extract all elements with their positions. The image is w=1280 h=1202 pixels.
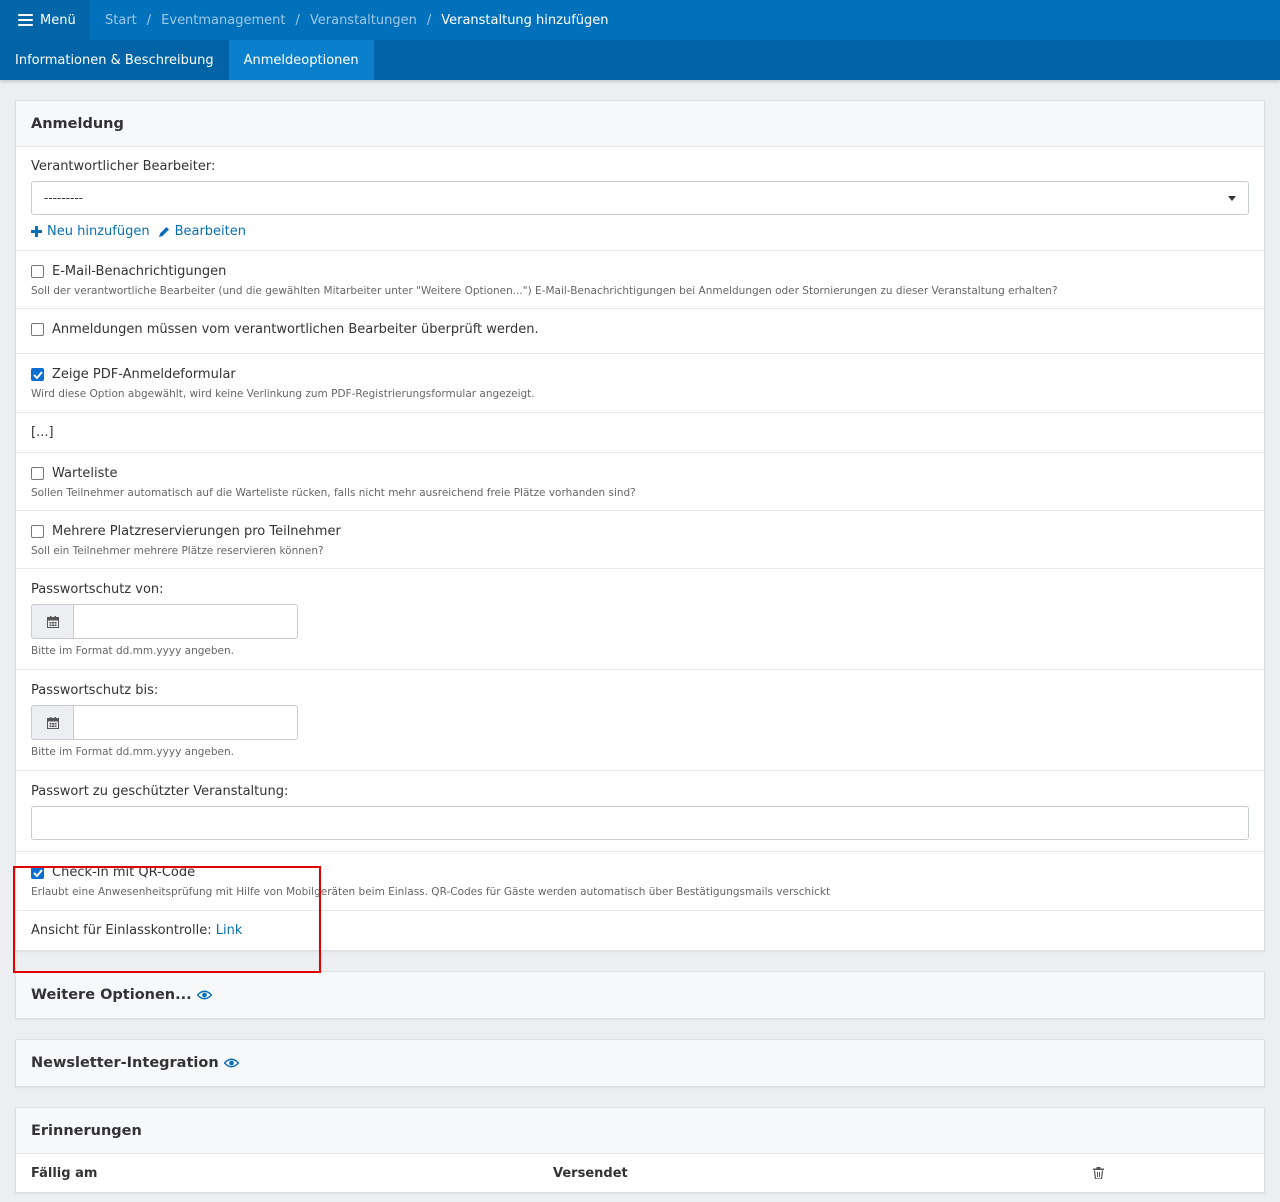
ellipsis-text: [...] — [31, 425, 54, 440]
eye-icon[interactable] — [196, 990, 212, 1000]
newsletter-title: Newsletter-Integration — [31, 1055, 219, 1071]
pdf-form-label: Zeige PDF-Anmeldeformular — [52, 367, 236, 382]
newsletter-header[interactable]: Newsletter-Integration — [16, 1040, 1264, 1086]
multi-reservation-help: Soll ein Teilnehmer mehrere Plätze reser… — [31, 545, 324, 557]
bearbeiter-select[interactable]: --------- — [31, 181, 1249, 215]
panel-anmeldung: Anmeldung Verantwortlicher Bearbeiter: -… — [15, 100, 1265, 951]
column-faellig: Fällig am — [31, 1165, 98, 1181]
email-notifications-label: E-Mail-Benachrichtigungen — [52, 264, 227, 279]
pw-from-label: Passwortschutz von: — [31, 582, 164, 597]
breadcrumb: Start / Eventmanagement / Veranstaltunge… — [105, 13, 609, 28]
breadcrumb-separator: / — [426, 12, 432, 28]
qr-checkin-help: Erlaubt eine Anwesenheitsprüfung mit Hil… — [31, 886, 831, 898]
row-review: Anmeldungen müssen vom verantwortlichen … — [16, 309, 1264, 354]
column-versendet: Versendet — [553, 1165, 628, 1181]
panel-newsletter: Newsletter-Integration — [15, 1039, 1265, 1087]
breadcrumb-eventmanagement[interactable]: Eventmanagement — [161, 13, 285, 28]
pw-to-label: Passwortschutz bis: — [31, 683, 159, 698]
pw-from-date-group — [31, 604, 298, 639]
waitlist-checkbox[interactable] — [31, 467, 44, 480]
breadcrumb-veranstaltungen[interactable]: Veranstaltungen — [310, 13, 417, 28]
pw-to-date-group — [31, 705, 298, 740]
add-new-link[interactable]: Neu hinzufügen — [31, 224, 150, 239]
plus-icon — [31, 226, 42, 237]
menu-button[interactable]: Menü — [0, 0, 90, 40]
breadcrumb-start[interactable]: Start — [105, 13, 137, 28]
review-checkbox[interactable] — [31, 323, 44, 336]
email-notifications-checkbox[interactable] — [31, 265, 44, 278]
row-einlass: Ansicht für Einlasskontrolle: Link — [16, 911, 1264, 950]
select-value: --------- — [44, 191, 83, 205]
row-pw: Passwort zu geschützter Veranstaltung: — [16, 771, 1264, 852]
row-warteliste: Warteliste Sollen Teilnehmer automatisch… — [16, 453, 1264, 511]
password-label: Passwort zu geschützter Veranstaltung: — [31, 784, 289, 799]
calendar-icon[interactable] — [31, 604, 73, 639]
erinnerungen-title: Erinnerungen — [16, 1108, 1264, 1154]
review-label: Anmeldungen müssen vom verantwortlichen … — [52, 322, 539, 337]
waitlist-help: Sollen Teilnehmer automatisch auf die Wa… — [31, 487, 636, 499]
pencil-icon — [158, 227, 169, 237]
multi-reservation-label: Mehrere Platzreservierungen pro Teilnehm… — [52, 524, 341, 539]
pw-to-input[interactable] — [73, 705, 298, 740]
checkmark-icon — [32, 370, 43, 379]
hamburger-icon — [18, 14, 33, 26]
edit-link[interactable]: Bearbeiten — [158, 224, 246, 239]
calendar-icon[interactable] — [31, 705, 73, 740]
breadcrumb-separator: / — [295, 12, 300, 28]
email-notifications-help: Soll der verantwortliche Bearbeiter (und… — [31, 285, 1058, 297]
qr-checkin-checkbox[interactable] — [31, 866, 44, 879]
breadcrumb-separator: / — [146, 12, 152, 28]
multi-reservation-checkbox[interactable] — [31, 525, 44, 538]
pw-from-input[interactable] — [73, 604, 298, 639]
edit-label: Bearbeiten — [174, 224, 246, 239]
row-pw-bis: Passwortschutz bis: Bitte im Format dd.m… — [16, 670, 1264, 771]
entry-control-label: Ansicht für Einlasskontrolle: — [31, 923, 212, 938]
bearbeiter-links: Neu hinzufügen Bearbeiten — [31, 224, 1249, 239]
waitlist-label: Warteliste — [52, 466, 118, 481]
add-new-label: Neu hinzufügen — [47, 224, 150, 239]
panel-title: Anmeldung — [16, 101, 1264, 147]
checkmark-icon — [32, 868, 43, 877]
panel-erinnerungen: Erinnerungen Fällig am Versendet — [15, 1107, 1265, 1193]
row-pdf: Zeige PDF-Anmeldeformular Wird diese Opt… — [16, 354, 1264, 413]
caret-down-icon — [1228, 195, 1236, 201]
row-pw-von: Passwortschutz von: Bitte im Format dd.m… — [16, 569, 1264, 670]
row-email: E-Mail-Benachrichtigungen Soll der veran… — [16, 251, 1264, 309]
main-content: Anmeldung Verantwortlicher Bearbeiter: -… — [0, 80, 1280, 1193]
tab-bar: Informationen & Beschreibung Anmeldeopti… — [0, 40, 1280, 80]
table-header-row: Fällig am Versendet — [16, 1154, 1264, 1192]
eye-icon[interactable] — [223, 1058, 239, 1068]
pdf-form-checkbox[interactable] — [31, 368, 44, 381]
breadcrumb-current: Veranstaltung hinzufügen — [441, 12, 609, 28]
row-ellipsis: [...] — [16, 413, 1264, 453]
entry-control-link[interactable]: Link — [216, 923, 243, 938]
row-bearbeiter: Verantwortlicher Bearbeiter: --------- N… — [16, 147, 1264, 251]
pw-from-help: Bitte im Format dd.mm.yyyy angeben. — [31, 645, 234, 657]
tab-anmeldeoptionen[interactable]: Anmeldeoptionen — [228, 40, 374, 80]
pdf-form-help: Wird diese Option abgewählt, wird keine … — [31, 388, 535, 400]
row-mehrere: Mehrere Platzreservierungen pro Teilnehm… — [16, 511, 1264, 569]
panel-weitere-optionen: Weitere Optionen... — [15, 971, 1265, 1019]
tab-informationen[interactable]: Informationen & Beschreibung — [0, 40, 229, 80]
bearbeiter-label: Verantwortlicher Bearbeiter: — [31, 159, 216, 174]
qr-checkin-label: Check-In mit QR-Code — [52, 865, 196, 880]
row-checkin: Check-In mit QR-Code Erlaubt eine Anwese… — [16, 852, 1264, 911]
trash-icon[interactable] — [1093, 1167, 1104, 1179]
top-navbar: Menü Start / Eventmanagement / Veranstal… — [0, 0, 1280, 40]
pw-to-help: Bitte im Format dd.mm.yyyy angeben. — [31, 746, 234, 758]
weitere-optionen-header[interactable]: Weitere Optionen... — [16, 972, 1264, 1018]
weitere-optionen-title: Weitere Optionen... — [31, 987, 192, 1003]
password-input[interactable] — [31, 806, 1249, 840]
menu-label: Menü — [40, 12, 76, 28]
